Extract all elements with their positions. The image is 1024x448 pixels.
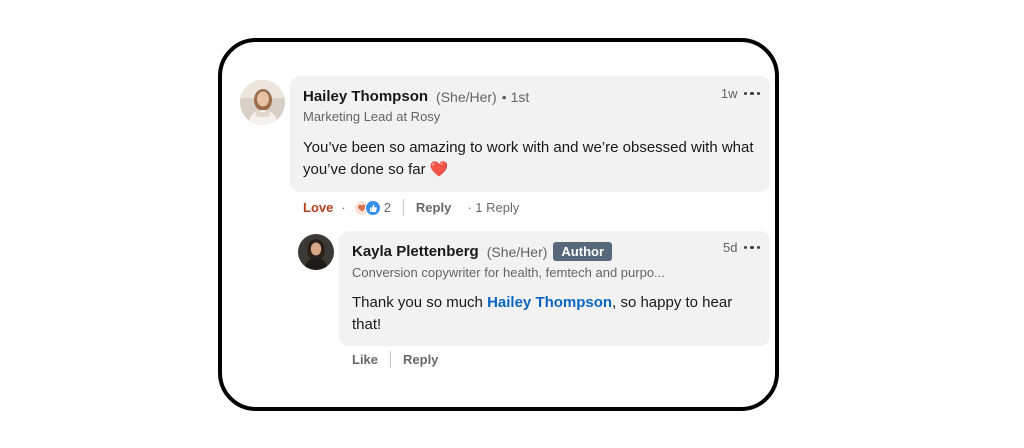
comment-author-name[interactable]: Hailey Thompson bbox=[303, 88, 428, 105]
comment-timestamp: 1w bbox=[720, 86, 738, 101]
reply-actions: Like Reply bbox=[352, 351, 438, 368]
comment-author-pronouns: (She/Her) bbox=[436, 88, 497, 105]
more-options-icon[interactable] bbox=[743, 245, 760, 250]
reply-button[interactable]: Reply bbox=[403, 352, 438, 367]
like-reaction-icon bbox=[364, 199, 381, 216]
comment-actions: Love · 2 Reply · 1 Reply bbox=[303, 199, 519, 216]
comment-meta: 1w bbox=[721, 86, 760, 101]
reply-author-name[interactable]: Kayla Plettenberg bbox=[352, 243, 479, 260]
reply-meta: 5d bbox=[723, 240, 760, 255]
degree-separator: • bbox=[501, 88, 507, 105]
author-badge: Author bbox=[553, 242, 613, 261]
reply-count-link[interactable]: · 1 Reply bbox=[467, 200, 519, 215]
love-button[interactable]: Love bbox=[303, 200, 333, 215]
reply-bubble: Kayla Plettenberg (She/Her) Author Conve… bbox=[339, 231, 770, 346]
reply-author-headline: Conversion copywriter for health, femtec… bbox=[352, 265, 665, 280]
reaction-count[interactable]: 2 bbox=[384, 200, 391, 215]
action-divider bbox=[390, 351, 392, 368]
more-options-icon[interactable] bbox=[743, 91, 760, 96]
reply-header: Kayla Plettenberg (She/Her) Author bbox=[352, 242, 756, 261]
reply-button[interactable]: Reply bbox=[416, 200, 451, 215]
reply-author-pronouns: (She/Her) bbox=[486, 243, 548, 260]
action-divider bbox=[402, 199, 404, 216]
reply-timestamp: 5d bbox=[723, 240, 738, 255]
kayla-avatar[interactable] bbox=[298, 234, 334, 270]
hailey-avatar[interactable] bbox=[240, 80, 285, 125]
like-button[interactable]: Like bbox=[352, 352, 378, 367]
comment-text: You’ve been so amazing to work with and … bbox=[303, 139, 754, 178]
mention-link[interactable]: Hailey Thompson bbox=[487, 294, 612, 311]
action-separator: · bbox=[341, 200, 346, 215]
reply-text: Thank you so much Hailey Thompson, so ha… bbox=[352, 292, 756, 336]
reaction-icons[interactable] bbox=[353, 199, 381, 216]
comment-author-headline: Marketing Lead at Rosy bbox=[303, 109, 441, 124]
connection-degree: 1st bbox=[510, 88, 530, 105]
comment-header: Hailey Thompson (She/Her) • 1st bbox=[303, 88, 756, 105]
comment-bubble: Hailey Thompson (She/Her) • 1st Marketin… bbox=[290, 76, 770, 192]
reply-text-before: Thank you so much bbox=[352, 294, 488, 311]
